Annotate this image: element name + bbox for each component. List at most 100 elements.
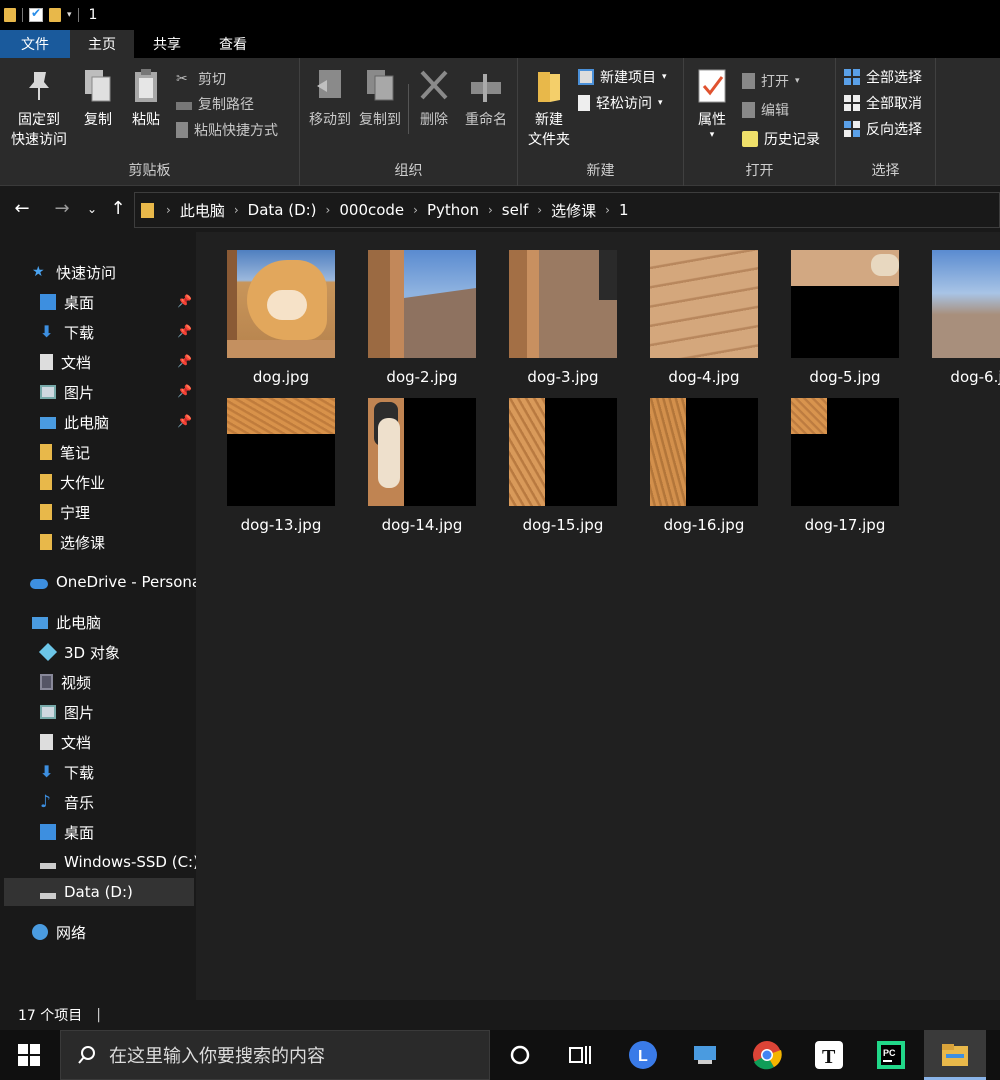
file-item[interactable]: dog-3.jpg [503, 250, 623, 390]
windows-start-icon[interactable] [18, 1044, 40, 1066]
file-item[interactable]: dog.jpg [221, 250, 341, 390]
file-item[interactable]: dog-5.jpg [785, 250, 905, 390]
invert-selection-button[interactable]: 反向选择 [844, 118, 922, 140]
history-button[interactable]: 历史记录 [742, 128, 820, 150]
clipboard-group-label: 剪贴板 [128, 163, 171, 179]
select-all-button[interactable]: 全部选择 [844, 66, 922, 88]
tab-file[interactable]: 文件 [0, 30, 70, 58]
sidebar-item-documents[interactable]: 文档 📌 [0, 348, 196, 376]
download-icon: ⬇ [40, 322, 54, 341]
back-arrow-icon[interactable]: ← [10, 198, 34, 222]
sidebar-item-pictures[interactable]: 图片 📌 [0, 378, 196, 406]
tab-view[interactable]: 查看 [200, 30, 266, 58]
up-arrow-icon[interactable]: ↑ [106, 198, 130, 222]
sidebar-item-this-pc[interactable]: 此电脑 [0, 608, 196, 636]
file-item[interactable]: dog-4.jpg [644, 250, 764, 390]
chrome-icon[interactable] [752, 1040, 782, 1070]
sidebar-item-big-assignment[interactable]: 大作业 [0, 468, 196, 496]
typora-icon[interactable]: T [814, 1040, 844, 1070]
taskbar-search-box[interactable]: 在这里输入你要搜索的内容 [60, 1030, 490, 1080]
open-button[interactable]: 打开 ▾ [742, 70, 800, 92]
breadcrumb-000code[interactable]: 000code [339, 201, 404, 219]
copy-to-button[interactable]: 复制到 [354, 66, 406, 130]
chevron-right-icon[interactable]: › [413, 203, 418, 217]
breadcrumb-this-pc[interactable]: 此电脑 [180, 200, 225, 221]
file-item[interactable]: dog-6.jpg [926, 250, 1000, 390]
breadcrumb-current[interactable]: 1 [619, 201, 629, 219]
chevron-right-icon[interactable]: › [537, 203, 542, 217]
sidebar-item-network[interactable]: 网络 [0, 918, 196, 946]
sidebar-item-videos[interactable]: 视频 [0, 668, 196, 696]
sidebar-item-pictures-pc[interactable]: 图片 [0, 698, 196, 726]
pin-icon[interactable]: 📌 [177, 324, 192, 338]
music-icon: ♪ [40, 792, 51, 812]
move-to-button[interactable]: 移动到 [304, 66, 356, 130]
sidebar-item-desktop-pc[interactable]: 桌面 [0, 818, 196, 846]
chevron-right-icon[interactable]: › [234, 203, 239, 217]
file-explorer-icon[interactable] [940, 1040, 970, 1070]
pin-icon[interactable]: 📌 [177, 294, 192, 308]
properties-button[interactable]: 属性 ▾ [690, 66, 734, 140]
sidebar-item-this-pc-quick[interactable]: 此电脑 📌 [0, 408, 196, 436]
copy-path-button[interactable]: 复制路径 [176, 93, 254, 115]
new-folder-quick-icon[interactable] [49, 8, 61, 22]
file-item[interactable]: dog-15.jpg [503, 398, 623, 538]
file-name: dog-15.jpg [522, 516, 604, 534]
customize-toolbar-dropdown[interactable]: ▾ [67, 10, 72, 20]
breadcrumb-self[interactable]: self [502, 201, 529, 219]
chevron-right-icon[interactable]: › [326, 203, 331, 217]
file-item[interactable]: dog-13.jpg [221, 398, 341, 538]
copy-button[interactable]: 复制 [78, 66, 118, 130]
sidebar-item-music[interactable]: ♪ 音乐 [0, 788, 196, 816]
pycharm-icon[interactable]: PC [876, 1040, 906, 1070]
tab-share[interactable]: 共享 [134, 30, 200, 58]
file-item[interactable]: dog-17.jpg [785, 398, 905, 538]
sidebar-item-drive-d[interactable]: Data (D:) [4, 878, 194, 906]
properties-quick-icon[interactable] [29, 6, 43, 22]
new-item-button[interactable]: 新建项目 ▾ [578, 66, 667, 88]
sidebar-item-ningli[interactable]: 宁理 [0, 498, 196, 526]
sidebar-item-notes[interactable]: 笔记 [0, 438, 196, 466]
sidebar-item-elective[interactable]: 选修课 [0, 528, 196, 556]
file-item[interactable]: dog-16.jpg [644, 398, 764, 538]
pin-icon[interactable]: 📌 [177, 414, 192, 428]
pin-icon[interactable]: 📌 [177, 384, 192, 398]
tab-home[interactable]: 主页 [70, 30, 134, 58]
delete-button[interactable]: 删除 [414, 66, 454, 130]
task-view-icon[interactable] [565, 1040, 595, 1070]
chevron-right-icon[interactable]: › [488, 203, 493, 217]
recent-locations-chevron-icon[interactable]: ⌄ [80, 198, 104, 222]
select-none-button[interactable]: 全部取消 [844, 92, 922, 114]
forward-arrow-icon[interactable]: → [50, 198, 74, 222]
paste-button[interactable]: 粘贴 [126, 66, 166, 130]
chevron-right-icon[interactable]: › [166, 203, 171, 217]
sidebar-item-quick-access[interactable]: ★ 快速访问 [0, 258, 196, 286]
edit-button[interactable]: 编辑 [742, 99, 789, 121]
cut-button[interactable]: ✂ 剪切 [176, 68, 226, 90]
file-item[interactable]: dog-2.jpg [362, 250, 482, 390]
sidebar-item-desktop[interactable]: 桌面 📌 [0, 288, 196, 316]
sidebar-item-onedrive[interactable]: OneDrive - Persona [0, 568, 196, 596]
easy-access-button[interactable]: 轻松访问 ▾ [578, 92, 663, 114]
sidebar-item-downloads-pc[interactable]: ⬇ 下载 [0, 758, 196, 786]
rename-button[interactable]: 重命名 [460, 66, 512, 130]
file-item[interactable]: dog-14.jpg [362, 398, 482, 538]
paste-shortcut-button[interactable]: 粘贴快捷方式 [176, 119, 278, 141]
sidebar-item-label: 此电脑 [56, 613, 102, 632]
address-bar[interactable]: › 此电脑 › Data (D:) › 000code › Python › s… [134, 192, 1000, 228]
sidebar-item-downloads[interactable]: ⬇ 下载 📌 [0, 318, 196, 346]
breadcrumb-python[interactable]: Python [427, 201, 479, 219]
image-thumbnail [227, 250, 335, 358]
cortana-icon[interactable] [505, 1040, 535, 1070]
pin-icon[interactable]: 📌 [177, 354, 192, 368]
breadcrumb-data-d[interactable]: Data (D:) [248, 201, 317, 219]
pin-quick-access-button[interactable]: 固定到 快速访问 [6, 66, 72, 150]
remote-desktop-icon[interactable] [690, 1040, 720, 1070]
sidebar-item-3d-objects[interactable]: 3D 对象 [0, 638, 196, 666]
sidebar-item-documents-pc[interactable]: 文档 [0, 728, 196, 756]
breadcrumb-elective[interactable]: 选修课 [551, 200, 596, 221]
chevron-right-icon[interactable]: › [605, 203, 610, 217]
sidebar-item-drive-c[interactable]: Windows-SSD (C:) [0, 848, 196, 876]
new-folder-button[interactable]: 新建 文件夹 [524, 66, 574, 150]
lark-icon[interactable]: L [628, 1040, 658, 1070]
